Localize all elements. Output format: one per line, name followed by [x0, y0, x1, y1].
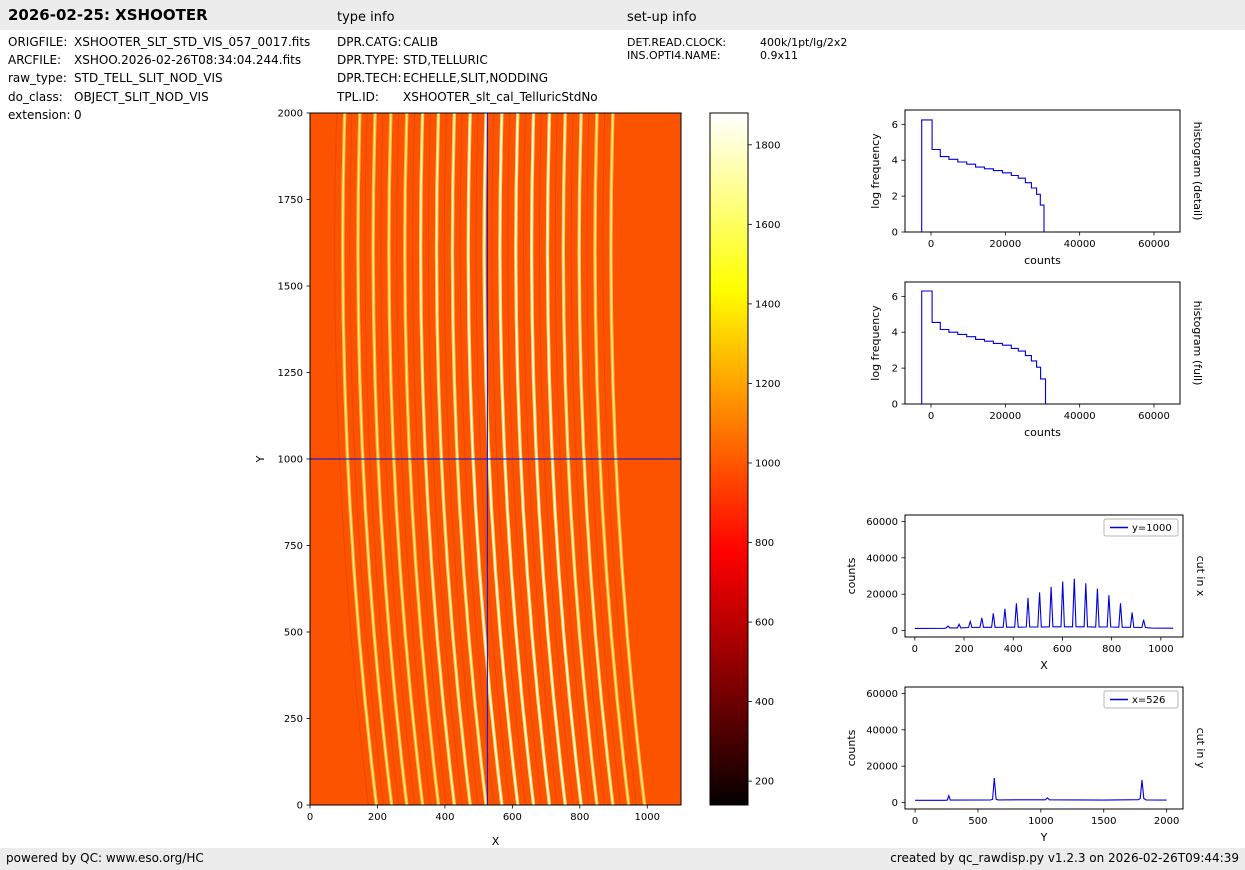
- raw_image-xtick-label: 800: [570, 812, 589, 823]
- cut_x-ytick-label: 60000: [866, 517, 898, 528]
- raw_image-ytick-label: 0: [297, 801, 303, 812]
- histogram_detail-xtick-label: 0: [928, 239, 934, 250]
- histogram_full-xtick-label: 40000: [1064, 411, 1096, 422]
- raw_image-ytick-label: 500: [284, 628, 303, 639]
- raw_image-xtick-label: 1000: [635, 812, 660, 823]
- footer-bar: powered by QC: www.eso.org/HC created by…: [0, 848, 1245, 870]
- histogram_detail-xtick-label: 40000: [1064, 239, 1096, 250]
- cut_y-ytick-label: 60000: [866, 689, 898, 700]
- histogram_full-xtick-label: 20000: [989, 411, 1021, 422]
- histogram_detail-plot: 0 20000 40000 60000 0 2 4 6 counts log frequency h…: [869, 110, 1204, 267]
- colorbar-tick-label: 200: [755, 777, 774, 788]
- histogram_detail-ytick-label: 4: [892, 156, 898, 167]
- footer-created-by: created by qc_rawdisp.py v1.2.3 on 2026-…: [890, 851, 1239, 865]
- histogram_full-right-label: histogram (full): [1191, 301, 1204, 386]
- raw_image-ylabel: Y: [254, 455, 267, 463]
- histogram_detail-ytick-label: 6: [892, 120, 898, 131]
- cut_x-right-label: cut in x: [1194, 556, 1207, 597]
- raw_image-ytick-label: 2000: [278, 109, 303, 120]
- colorbar-tick-label: 800: [755, 538, 774, 549]
- cut_y-ytick-label: 0: [892, 798, 898, 809]
- histogram_detail-xlabel: counts: [1024, 254, 1061, 267]
- histogram_detail-ytick-label: 0: [892, 228, 898, 239]
- cut_y-xtick-label: 500: [968, 816, 987, 827]
- footer-powered-by: powered by QC: www.eso.org/HC: [6, 851, 204, 865]
- cut_y-ytick-label: 20000: [866, 762, 898, 773]
- colorbar-tick-label: 600: [755, 618, 774, 629]
- cut_x-xtick-label: 0: [912, 644, 918, 655]
- raw_image-ytick-label: 1750: [278, 195, 303, 206]
- colorbar-tick-label: 1600: [755, 220, 780, 231]
- histogram_detail-xtick-label: 60000: [1138, 239, 1170, 250]
- raw-image-plot: 0 200 400 600 800 1000 0 250 500 750 1000 1250 1500 1…: [254, 109, 681, 849]
- histogram_detail-right-label: histogram (detail): [1191, 122, 1204, 221]
- cut_y-xtick-label: 2000: [1154, 816, 1179, 827]
- cut_y-xlabel: Y: [1040, 831, 1048, 844]
- colorbar: 200 400 600 800 1000 1200 1400 1600 1800: [710, 113, 780, 805]
- histogram_full-ytick-label: 2: [892, 364, 898, 375]
- raw_image-xtick-label: 600: [503, 812, 522, 823]
- cut_x-xtick-label: 800: [1102, 644, 1121, 655]
- cut_x-xtick-label: 600: [1053, 644, 1072, 655]
- histogram_full-xtick-label: 60000: [1138, 411, 1170, 422]
- cut_y-xtick-label: 1000: [1028, 816, 1053, 827]
- colorbar-gradient: [710, 113, 748, 805]
- colorbar-tick-label: 1200: [755, 379, 780, 390]
- cut_x-xtick-label: 1000: [1148, 644, 1173, 655]
- cut_y-ytick-label: 40000: [866, 725, 898, 736]
- colorbar-tick-label: 400: [755, 697, 774, 708]
- histogram_detail-ylabel: log frequency: [869, 133, 882, 209]
- raw_image-ytick-label: 250: [284, 714, 303, 725]
- colorbar-tick-label: 1800: [755, 140, 780, 151]
- colorbar-tick-label: 1000: [755, 458, 780, 469]
- cut_x-ylabel: counts: [845, 557, 858, 594]
- cut_y-legend-label: x=526: [1132, 695, 1165, 706]
- raw_image-xtick-label: 200: [368, 812, 387, 823]
- colorbar-tick-label: 1400: [755, 299, 780, 310]
- cut_y-xtick-label: 1500: [1091, 816, 1116, 827]
- cut_y-plot: 05001000150020000200004000060000Ycountsc…: [845, 687, 1207, 844]
- histogram_full-xtick-label: 0: [928, 411, 934, 422]
- cut_x-xtick-label: 400: [1004, 644, 1023, 655]
- cut_x-ytick-label: 0: [892, 626, 898, 637]
- cut_y-right-label: cut in y: [1194, 728, 1207, 769]
- raw_image-ytick-label: 1000: [278, 455, 303, 466]
- histogram_full-bg: [905, 282, 1180, 404]
- raw_image-ytick-label: 1500: [278, 282, 303, 293]
- histogram_full-ytick-label: 4: [892, 328, 898, 339]
- cut_y-xtick-label: 0: [912, 816, 918, 827]
- histogram_full-ytick-label: 6: [892, 292, 898, 303]
- cut_x-xlabel: X: [1040, 659, 1048, 672]
- raw_image-ytick-label: 1250: [278, 368, 303, 379]
- cut_x-ytick-label: 40000: [866, 553, 898, 564]
- histogram_full-xlabel: counts: [1024, 426, 1061, 439]
- cut_x-legend-label: y=1000: [1132, 523, 1172, 534]
- raw_image-xlabel: X: [492, 835, 500, 848]
- cut_y-ylabel: counts: [845, 729, 858, 766]
- histogram_detail-ytick-label: 2: [892, 192, 898, 203]
- histogram_full-plot: 0 20000 40000 60000 0 2 4 6 counts log frequency h…: [869, 282, 1204, 439]
- histogram_full-ytick-label: 0: [892, 400, 898, 411]
- histogram_detail-bg: [905, 110, 1180, 232]
- plots-canvas: 0200400600800100002505007501000125015001…: [0, 0, 1245, 870]
- raw_image-xtick-label: 0: [307, 812, 313, 823]
- histogram_detail-xtick-label: 20000: [989, 239, 1021, 250]
- cut_x-xtick-label: 200: [954, 644, 973, 655]
- cut_x-plot: 0 200 400 600 800 1000 0 20000 40000 60000 Xcounts…: [845, 515, 1207, 672]
- histogram_full-ylabel: log frequency: [869, 305, 882, 381]
- cut_x-ytick-label: 20000: [866, 590, 898, 601]
- raw_image-ytick-label: 750: [284, 541, 303, 552]
- qc-report-page: 2026-02-25: XSHOOTER type info set-up in…: [0, 0, 1245, 870]
- raw_image-xtick-label: 400: [435, 812, 454, 823]
